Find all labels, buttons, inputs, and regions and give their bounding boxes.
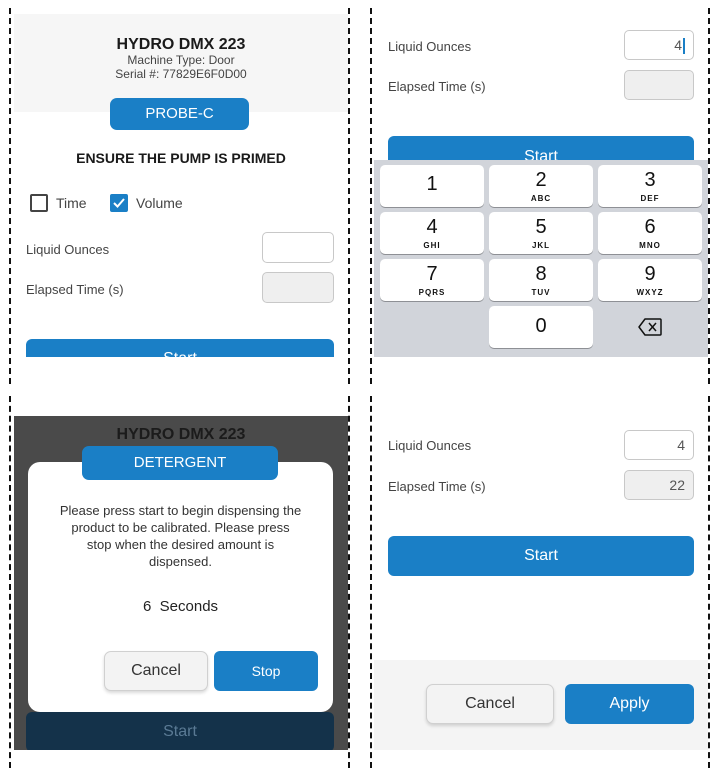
- key-7[interactable]: 7 PQRS: [380, 259, 484, 301]
- key-letters: JKL: [531, 241, 551, 250]
- liquid-ounces-label: Liquid Ounces: [388, 438, 472, 453]
- seconds-value: 6: [142, 598, 152, 615]
- seconds-label: Seconds: [159, 598, 219, 615]
- elapsed-time-field: 22: [624, 470, 694, 500]
- divider-mid-left-top: [348, 8, 350, 384]
- start-button[interactable]: Start: [388, 536, 694, 576]
- volume-checkbox[interactable]: [110, 194, 128, 212]
- key-letters: PQRS: [418, 288, 446, 297]
- key-1[interactable]: 1: [380, 165, 484, 207]
- key-6[interactable]: 6 MNO: [598, 212, 702, 254]
- prime-notice: ENSURE THE PUMP IS PRIMED: [76, 150, 286, 166]
- divider-right-top: [708, 8, 710, 384]
- liquid-ounces-value: 4: [674, 37, 682, 53]
- key-digit: 0: [535, 315, 547, 337]
- key-9[interactable]: 9 WXYZ: [598, 259, 702, 301]
- key-3[interactable]: 3 DEF: [598, 165, 702, 207]
- elapsed-time-label: Elapsed Time (s): [26, 282, 124, 297]
- liquid-ounces-input[interactable]: 4: [624, 30, 694, 60]
- time-checkbox[interactable]: [30, 194, 48, 212]
- divider-left-bottom: [9, 396, 11, 768]
- calibration-dialog: Please press start to begin dispensing t…: [28, 462, 333, 712]
- divider-mid-right-top: [370, 8, 372, 384]
- time-option-label: Time: [56, 195, 87, 211]
- elapsed-time-field: [262, 272, 334, 303]
- stop-button[interactable]: Stop: [214, 651, 318, 691]
- liquid-ounces-label: Liquid Ounces: [388, 39, 472, 54]
- key-5[interactable]: 5 JKL: [489, 212, 593, 254]
- key-digit: 7: [426, 263, 438, 285]
- elapsed-time-field: [624, 70, 694, 100]
- key-8[interactable]: 8 TUV: [489, 259, 593, 301]
- screen-machine-calibration: HYDRO DMX 223 Machine Type: Door Serial …: [14, 14, 348, 357]
- machine-type: Machine Type: Door: [127, 53, 235, 67]
- elapsed-time-label: Elapsed Time (s): [388, 79, 486, 94]
- screen-keypad-entry: Liquid Ounces 4 Elapsed Time (s) Start 1…: [374, 14, 708, 357]
- key-digit: 9: [644, 263, 656, 285]
- key-2[interactable]: 2 ABC: [489, 165, 593, 207]
- start-button-dimmed: Start: [26, 712, 334, 750]
- key-digit: 1: [426, 173, 438, 195]
- key-digit: 4: [426, 216, 438, 238]
- cancel-button[interactable]: Cancel: [426, 684, 554, 724]
- key-0[interactable]: 0: [489, 306, 593, 348]
- key-letters: TUV: [531, 288, 551, 297]
- divider-mid-left-bottom: [348, 396, 350, 768]
- key-letters: ABC: [530, 194, 552, 203]
- key-4[interactable]: 4 GHI: [380, 212, 484, 254]
- machine-serial: Serial #: 77829E6F0D00: [115, 67, 247, 81]
- divider-left-top: [9, 8, 11, 384]
- divider-right-bottom: [708, 396, 710, 768]
- machine-title: HYDRO DMX 223: [116, 36, 246, 53]
- key-digit: 6: [644, 216, 656, 238]
- volume-option-label: Volume: [136, 195, 183, 211]
- action-footer: Cancel Apply: [374, 660, 708, 750]
- screen-calibration-result: Liquid Ounces 4 Elapsed Time (s) 22 Star…: [374, 416, 708, 750]
- screen-dispense-dialog: HYDRO DMX 223 Start Please press start t…: [14, 416, 348, 750]
- text-cursor: [683, 38, 685, 55]
- product-button[interactable]: PROBE-C: [110, 98, 249, 130]
- divider-mid-right-bottom: [370, 396, 372, 768]
- liquid-ounces-input[interactable]: [262, 232, 334, 263]
- key-letters: GHI: [423, 241, 441, 250]
- cancel-button[interactable]: Cancel: [104, 651, 208, 691]
- key-letters: DEF: [640, 194, 660, 203]
- liquid-ounces-label: Liquid Ounces: [26, 242, 110, 257]
- apply-button[interactable]: Apply: [565, 684, 694, 724]
- key-digit: 3: [644, 169, 656, 191]
- elapsed-time-label: Elapsed Time (s): [388, 479, 486, 494]
- backspace-icon: [638, 318, 662, 336]
- key-digit: 8: [535, 263, 547, 285]
- dialog-message: Please press start to begin dispensing t…: [59, 503, 302, 569]
- key-digit: 5: [535, 216, 547, 238]
- delete-key[interactable]: [598, 306, 702, 348]
- machine-title: HYDRO DMX 223: [116, 426, 246, 443]
- checkmark-icon: [113, 198, 125, 208]
- seconds-counter: 6 Seconds: [28, 598, 333, 615]
- liquid-ounces-input[interactable]: 4: [624, 430, 694, 460]
- key-letters: MNO: [639, 241, 661, 250]
- dialog-title: DETERGENT: [82, 446, 278, 480]
- start-button[interactable]: Start: [26, 339, 334, 357]
- numeric-keypad: 1 2 ABC 3 DEF 4 GHI 5 JKL 6 MNO 7 PQRS 8: [374, 160, 708, 357]
- key-letters: WXYZ: [636, 288, 664, 297]
- key-digit: 2: [535, 169, 547, 191]
